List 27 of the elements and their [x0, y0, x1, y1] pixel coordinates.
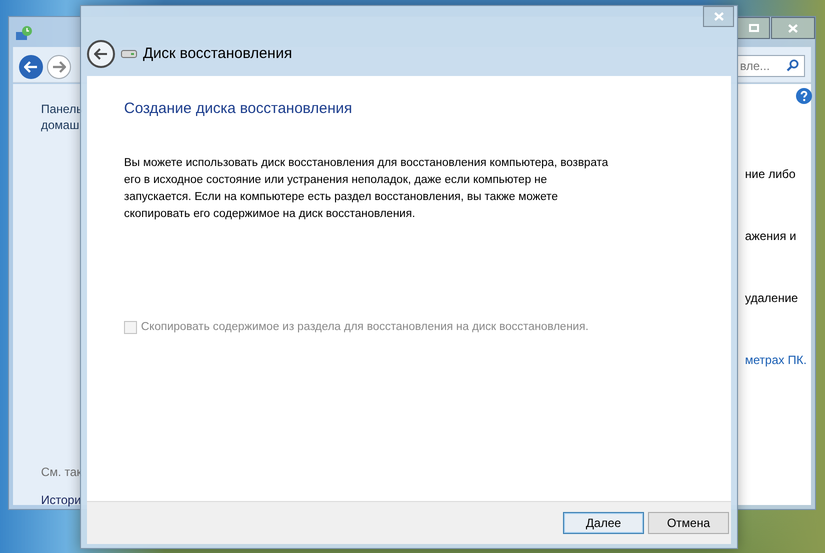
- sidebar-link[interactable]: домаш: [41, 117, 82, 133]
- dialog-title: Диск восстановления: [143, 44, 292, 64]
- arrow-left-icon: [24, 61, 38, 73]
- next-button[interactable]: Далее: [563, 512, 644, 534]
- checkbox-label: Скопировать содержимое из раздела для восстановления на диск восстановления.: [141, 320, 589, 334]
- link[interactable]: метрах ПК.: [745, 351, 815, 369]
- close-button[interactable]: [703, 6, 734, 27]
- maximize-button[interactable]: [737, 17, 770, 39]
- control-panel-icon: [15, 25, 33, 43]
- dialog-heading: Создание диска восстановления: [124, 99, 354, 119]
- search-icon: [786, 59, 799, 72]
- sidebar-link[interactable]: Панель: [41, 101, 82, 117]
- close-button[interactable]: [771, 17, 815, 39]
- arrow-left-icon: [94, 48, 108, 60]
- drive-icon: [121, 49, 137, 59]
- maximize-icon: [748, 24, 758, 32]
- search-field[interactable]: вле...: [737, 55, 805, 77]
- see-also-link[interactable]: Истори: [41, 491, 82, 509]
- close-icon: [788, 24, 798, 32]
- body-text: ние либо: [745, 166, 797, 183]
- arrow-right-icon: [52, 61, 66, 73]
- cancel-button[interactable]: Отмена: [648, 512, 729, 534]
- body-text: удаление: [745, 290, 799, 307]
- back-button[interactable]: [87, 40, 115, 68]
- description-text: Вы можете использовать диск восстановления для восстановления компьютера, возврата его в исходное состояние или устранения неполадок, даже если компьютер не запускается. Если на компьютере есть раздел восстановления, вы также можете скопировать его содержимое на диск восстановления.: [124, 156, 609, 222]
- body-text: ажения и: [745, 228, 798, 245]
- close-icon: [714, 12, 724, 21]
